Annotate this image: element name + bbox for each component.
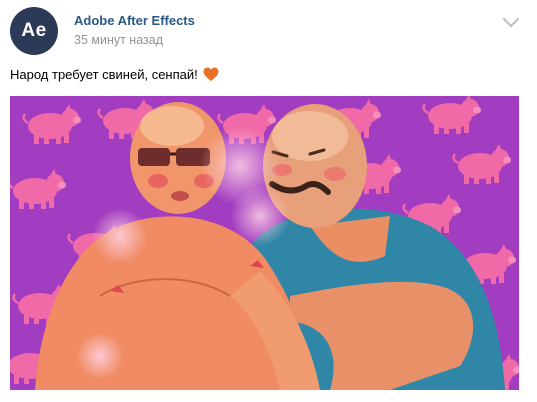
avatar-text: Ae (21, 20, 47, 41)
chevron-down-icon[interactable] (502, 15, 520, 29)
post-timestamp[interactable]: 35 минут назад (74, 33, 163, 47)
orange-heart-icon (203, 67, 219, 81)
post: Ae Adobe After Effects 35 минут назад На… (0, 0, 537, 402)
avatar[interactable]: Ae (10, 7, 58, 55)
post-image[interactable] (10, 96, 519, 390)
post-text-content: Народ требует свиней, сенпай! (10, 67, 198, 82)
illustration (10, 96, 519, 390)
author-name[interactable]: Adobe After Effects (74, 13, 195, 28)
post-text: Народ требует свиней, сенпай! (10, 67, 219, 82)
